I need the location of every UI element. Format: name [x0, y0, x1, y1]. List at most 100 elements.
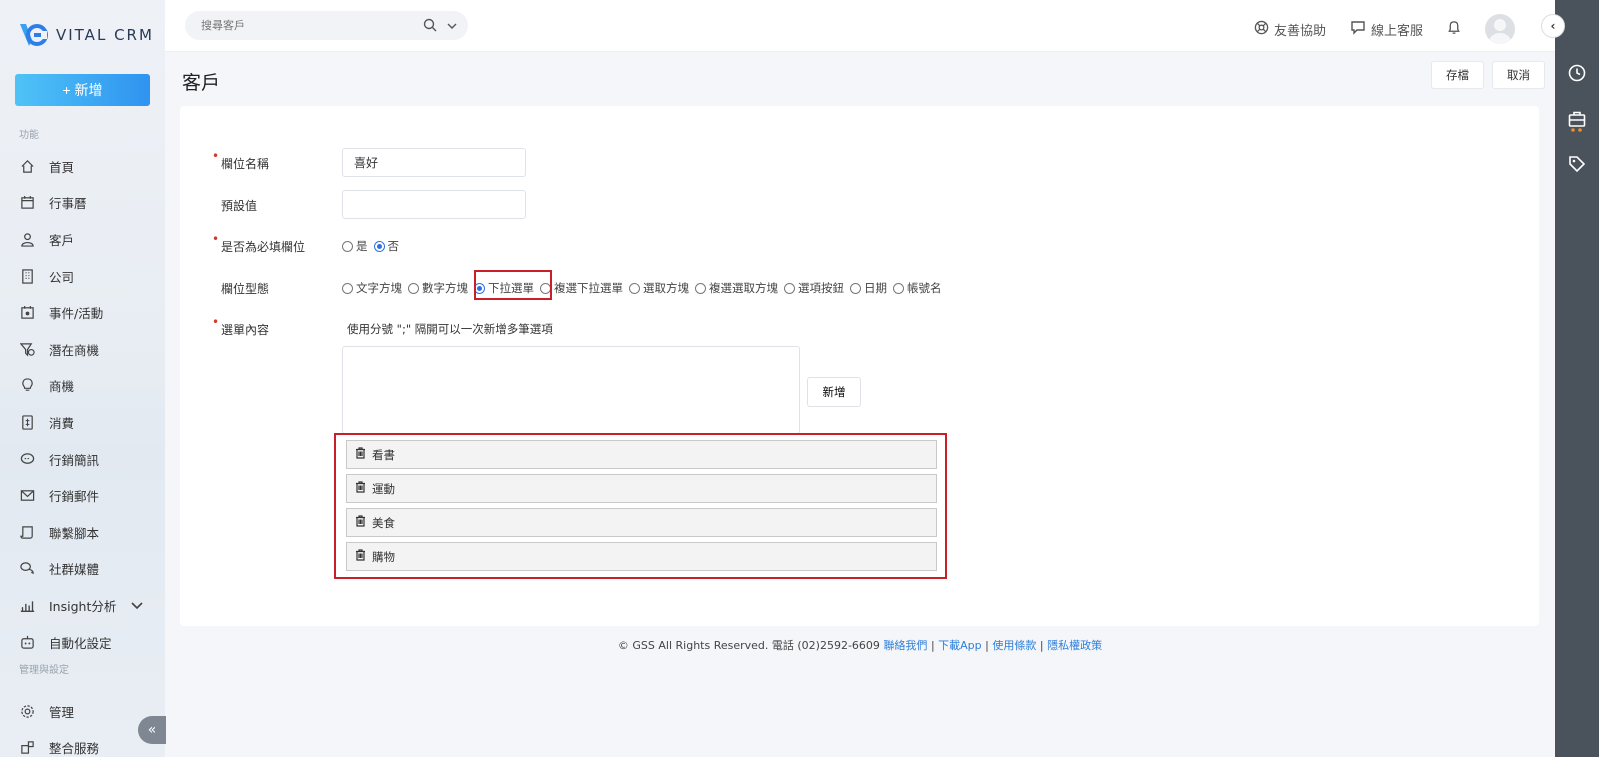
footer-link-download-app[interactable]: 下載App — [938, 639, 982, 652]
sidebar-nav: 首頁 行事曆 客戶 公司 事件/活動 潛在商機 商機 消費 行銷簡訊 行銷郵件 … — [0, 148, 165, 660]
radio-circle — [893, 282, 904, 294]
footer-link-contact[interactable]: 聯絡我們 — [883, 639, 927, 652]
type-radio-number[interactable]: 數字方塊 — [408, 280, 468, 296]
trash-icon[interactable] — [355, 481, 366, 496]
options-list: 看書 運動 美食 購物 — [346, 440, 937, 576]
chevron-down-icon[interactable] — [131, 598, 143, 613]
type-radio-multi-checkbox[interactable]: 複選選取方塊 — [695, 280, 778, 296]
customer-icon — [20, 232, 35, 247]
sidebar-item-email[interactable]: 行銷郵件 — [0, 477, 165, 514]
radio-label: 複選選取方塊 — [709, 281, 778, 295]
type-radio-multi-dropdown[interactable]: 複選下拉選單 — [540, 280, 623, 296]
support-label: 線上客服 — [1370, 23, 1423, 39]
sidebar-item-leads[interactable]: 潛在商機 — [0, 331, 165, 368]
options-textarea[interactable] — [342, 346, 800, 434]
required-no-radio[interactable]: 否 — [373, 238, 399, 254]
collapse-sidebar-button[interactable]: « — [138, 716, 166, 744]
sidebar-item-customers[interactable]: 客戶 — [0, 221, 165, 258]
logo[interactable]: VITAL CRM — [18, 20, 154, 50]
new-button[interactable]: + 新增 — [15, 74, 150, 106]
cancel-button[interactable]: 取消 — [1492, 61, 1545, 89]
sidebar-item-label: 管理 — [49, 704, 75, 720]
option-label: 購物 — [372, 549, 395, 564]
new-button-label: + 新增 — [62, 82, 103, 98]
sidebar-item-scripts[interactable]: 聯繫腳本 — [0, 514, 165, 551]
field-form-card: 欄位名稱 喜好 預設值 是否為必填欄位 是 否 欄位型態 文字方塊 數字方塊 下… — [180, 106, 1539, 626]
radio-circle-selected — [373, 240, 385, 252]
sidebar-item-label: 潛在商機 — [49, 342, 100, 358]
right-rail — [1555, 0, 1599, 757]
trash-icon[interactable] — [355, 549, 366, 564]
sidebar-item-company[interactable]: 公司 — [0, 258, 165, 295]
building-icon — [20, 268, 35, 284]
calendar-icon — [20, 195, 35, 210]
chat-support-icon — [1350, 20, 1366, 39]
sidebar-item-consumption[interactable]: 消費 — [0, 404, 165, 441]
sidebar-item-events[interactable]: 事件/活動 — [0, 294, 165, 331]
radio-label: 帳號名 — [907, 281, 942, 295]
sidebar-item-insight[interactable]: Insight分析 — [0, 587, 165, 624]
sidebar-item-calendar[interactable]: 行事曆 — [0, 185, 165, 222]
default-value-input[interactable] — [342, 190, 526, 219]
sidebar-item-social[interactable]: 社群媒體 — [0, 551, 165, 588]
script-icon — [20, 525, 35, 540]
sidebar-item-opportunities[interactable]: 商機 — [0, 368, 165, 405]
support-link[interactable]: 線上客服 — [1350, 20, 1423, 39]
bell-icon[interactable] — [1447, 20, 1461, 39]
type-radio-checkbox[interactable]: 選取方塊 — [629, 280, 689, 296]
footer-link-privacy[interactable]: 隱私權政策 — [1047, 639, 1102, 652]
required-radio-group: 是 否 — [342, 238, 405, 254]
robot-icon — [20, 635, 35, 650]
search-icon[interactable] — [423, 18, 437, 35]
trash-icon[interactable] — [355, 447, 366, 462]
double-chevron-left-icon: « — [147, 722, 157, 738]
chevron-left-icon: ‹ — [1550, 19, 1556, 33]
type-radio-text[interactable]: 文字方塊 — [342, 280, 402, 296]
default-value-label: 預設值 — [221, 199, 258, 213]
type-radio-option-button[interactable]: 選項按鈕 — [784, 280, 844, 296]
lifebuoy-icon — [1254, 20, 1269, 39]
help-label: 友善協助 — [1273, 23, 1326, 39]
top-right-actions: 友善協助 線上客服 — [1254, 14, 1515, 44]
help-link[interactable]: 友善協助 — [1254, 20, 1326, 39]
radio-circle — [342, 282, 353, 294]
add-option-button[interactable]: 新增 — [807, 377, 861, 407]
highlight-box-dropdown — [474, 270, 552, 300]
briefcase-icon[interactable] — [1568, 110, 1586, 132]
footer-copyright: © GSS All Rights Reserved. 電話 (02)2592-6… — [617, 639, 880, 652]
required-label-text: 是否為必填欄位 — [221, 240, 306, 254]
required-yes-radio[interactable]: 是 — [342, 238, 368, 254]
footer-link-terms[interactable]: 使用條款 — [992, 639, 1036, 652]
sidebar-item-home[interactable]: 首頁 — [0, 148, 165, 185]
search-box — [185, 11, 468, 40]
sms-icon — [20, 452, 35, 467]
field-name-input[interactable]: 喜好 — [342, 148, 526, 177]
footer-separator: | — [985, 639, 989, 652]
radio-circle — [629, 282, 640, 294]
trash-icon[interactable] — [355, 515, 366, 530]
sidebar-item-label: 行事曆 — [49, 196, 87, 212]
rail-toggle-button[interactable]: ‹ — [1541, 14, 1565, 38]
social-icon — [20, 561, 35, 576]
save-button[interactable]: 存檔 — [1431, 61, 1484, 89]
radio-label: 文字方塊 — [356, 281, 402, 295]
sidebar-item-label: 首頁 — [49, 159, 75, 175]
tag-icon[interactable] — [1568, 155, 1586, 173]
clock-icon[interactable] — [1568, 64, 1586, 82]
sidebar-item-label: 事件/活動 — [49, 306, 104, 322]
option-label: 運動 — [372, 481, 395, 496]
chevron-down-icon[interactable] — [447, 19, 457, 33]
avatar[interactable] — [1485, 14, 1515, 44]
sidebar-item-sms[interactable]: 行銷簡訊 — [0, 441, 165, 478]
type-radio-account[interactable]: 帳號名 — [893, 280, 942, 296]
options-hint: 使用分號 ";" 隔開可以一次新增多筆選項 — [347, 322, 553, 336]
section-admin-label: 管理與設定 — [19, 665, 69, 676]
sidebar-item-automation[interactable]: 自動化設定 — [0, 624, 165, 661]
required-label: 是否為必填欄位 — [212, 232, 306, 255]
chart-icon — [20, 598, 35, 613]
search-input[interactable] — [201, 19, 401, 32]
sidebar-item-label: Insight分析 — [49, 598, 117, 614]
field-type-radio-group: 文字方塊 數字方塊 下拉選單 複選下拉選單 選取方塊 複選選取方塊 選項按鈕 日… — [342, 280, 948, 296]
type-radio-date[interactable]: 日期 — [850, 280, 887, 296]
mail-icon — [20, 488, 35, 503]
